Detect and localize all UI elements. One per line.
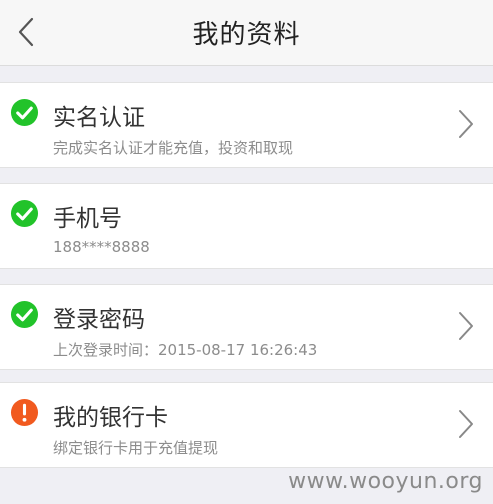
row-phone-number: 手机号 188****8888 — [0, 183, 493, 269]
row-subtitle: 完成实名认证才能充值，投资和取现 — [53, 139, 294, 157]
check-circle-icon — [10, 199, 39, 228]
row-bank-card[interactable]: 我的银行卡 绑定银行卡用于充值提现 — [0, 382, 493, 468]
chevron-right-icon — [459, 312, 473, 340]
row-real-name-verification[interactable]: 实名认证 完成实名认证才能充值，投资和取现 — [0, 82, 493, 168]
row-title: 我的银行卡 — [53, 405, 168, 431]
watermark: www.wooyun.org — [288, 469, 483, 494]
row-subtitle: 绑定银行卡用于充值提现 — [53, 439, 219, 457]
chevron-right-icon — [459, 410, 473, 438]
row-title: 登录密码 — [53, 307, 145, 333]
check-circle-icon — [10, 98, 39, 127]
row-subtitle: 188****8888 — [53, 238, 150, 256]
top-bar: 我的资料 — [0, 0, 493, 66]
chevron-right-icon — [459, 110, 473, 138]
row-title: 手机号 — [53, 206, 122, 232]
row-title: 实名认证 — [53, 105, 145, 131]
exclamation-circle-icon — [10, 398, 39, 427]
row-subtitle: 上次登录时间：2015-08-17 16:26:43 — [53, 341, 318, 359]
page-title: 我的资料 — [192, 20, 301, 50]
row-login-password[interactable]: 登录密码 上次登录时间：2015-08-17 16:26:43 — [0, 284, 493, 370]
check-circle-icon — [10, 300, 39, 329]
